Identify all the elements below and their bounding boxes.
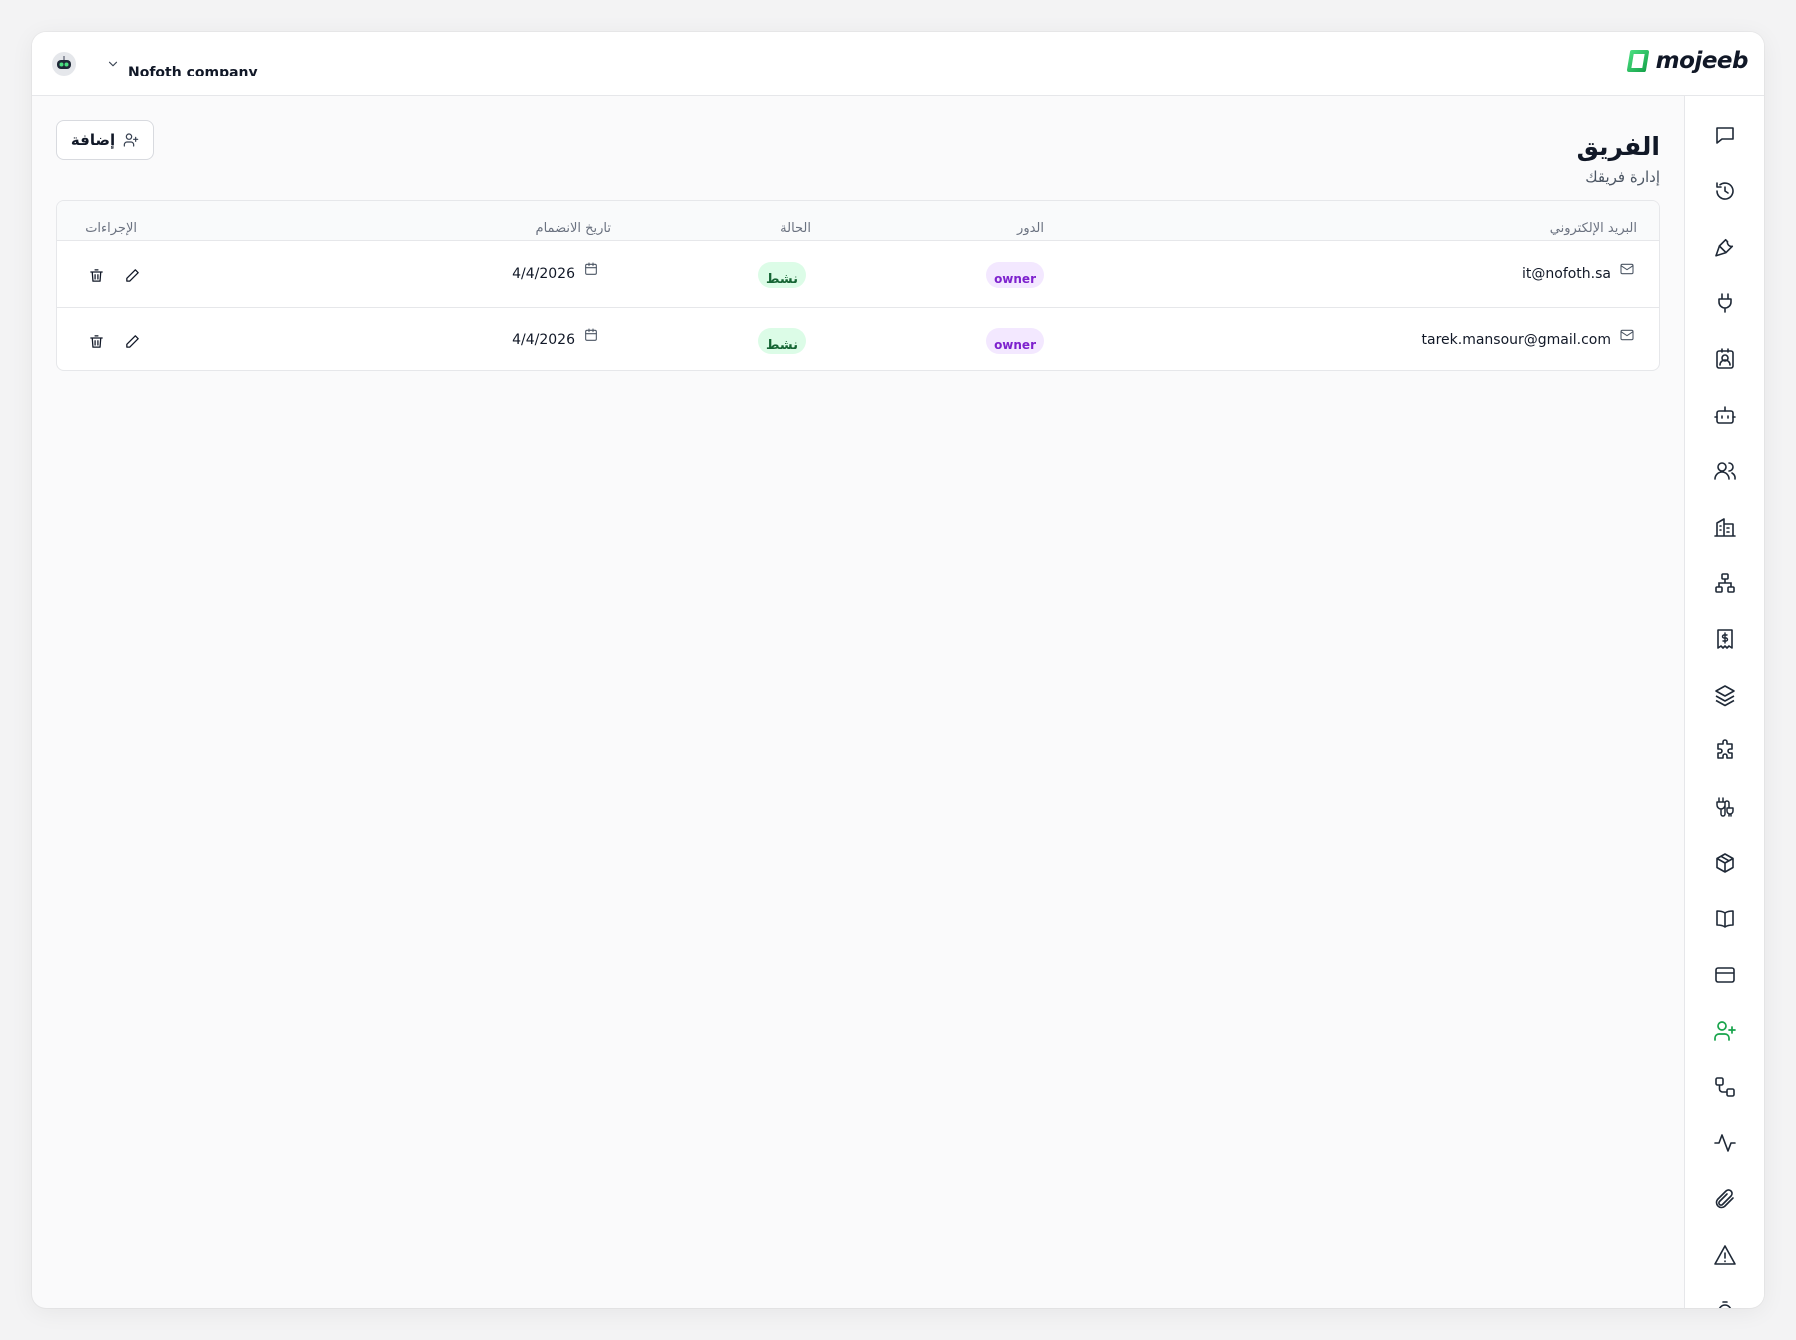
contact-icon xyxy=(1716,348,1734,369)
edit-button[interactable] xyxy=(123,332,141,350)
pencil-icon xyxy=(125,268,139,282)
top-bar: Nofoth company mojeeb xyxy=(32,32,1764,96)
sidebar-item-integrations[interactable] xyxy=(1711,289,1739,317)
sidebar xyxy=(1684,96,1764,1308)
user-plus-icon xyxy=(123,133,139,147)
sidebar-item-organization[interactable] xyxy=(1711,513,1739,541)
sidebar-item-contacts[interactable] xyxy=(1711,345,1739,373)
alert-triangle-icon xyxy=(1714,1245,1736,1265)
sidebar-item-connections[interactable] xyxy=(1711,793,1739,821)
delete-button[interactable] xyxy=(87,332,105,350)
sidebar-item-customers[interactable] xyxy=(1711,457,1739,485)
brand-name: mojeeb xyxy=(1655,48,1749,74)
chat-icon xyxy=(1716,127,1734,144)
column-role[interactable]: الدور xyxy=(1017,221,1044,236)
sidebar-item-more[interactable] xyxy=(1711,1297,1739,1308)
sidebar-item-payments[interactable] xyxy=(1711,961,1739,989)
joined-date-cell: 4/4/2026 xyxy=(512,328,599,348)
joined-date-cell: 4/4/2026 xyxy=(512,262,599,282)
bot-icon xyxy=(1714,406,1736,424)
book-icon xyxy=(1716,910,1734,928)
joined-date: 4/4/2026 xyxy=(512,266,575,282)
table-header: البريد الإلكتروني الدور الحالة تاريخ الا… xyxy=(57,201,1659,241)
app-window: Nofoth company mojeeb الفريق إدارة فريقك xyxy=(32,32,1764,1308)
row-actions xyxy=(87,266,141,284)
role-badge: owner xyxy=(986,328,1044,354)
calendar-icon xyxy=(585,262,597,275)
mail-icon xyxy=(1620,329,1634,341)
calendar-icon xyxy=(585,328,597,341)
sidebar-item-billing[interactable] xyxy=(1711,625,1739,653)
puzzle-icon xyxy=(1717,739,1733,759)
joined-date: 4/4/2026 xyxy=(512,332,575,348)
package-icon xyxy=(1716,853,1734,873)
history-icon xyxy=(1716,182,1734,200)
paperclip-icon xyxy=(1715,1189,1734,1209)
column-actions: الإجراءات xyxy=(85,221,137,236)
sidebar-item-knowledge[interactable] xyxy=(1711,905,1739,933)
credit-card-icon xyxy=(1715,967,1735,983)
table-row: it@nofoth.sa owner نشط 4/4/2026 xyxy=(57,242,1659,307)
sidebar-item-plugins[interactable] xyxy=(1711,737,1739,765)
add-member-label: إضافة xyxy=(70,131,116,149)
main-content: الفريق إدارة فريقك إضافة البريد الإلكترو… xyxy=(32,96,1684,1308)
org-switcher-chevron[interactable] xyxy=(106,56,120,70)
building-icon xyxy=(1714,518,1736,537)
more-icon xyxy=(1718,1301,1732,1308)
email-cell: tarek.mansour@gmail.com xyxy=(1421,329,1636,348)
delete-button[interactable] xyxy=(87,266,105,284)
column-status[interactable]: الحالة xyxy=(780,221,811,236)
sidebar-item-workflows[interactable] xyxy=(1711,1073,1739,1101)
mojeeb-logo-icon xyxy=(1626,50,1649,72)
cable-icon xyxy=(1716,797,1734,817)
receipt-icon xyxy=(1717,629,1733,649)
plug-icon xyxy=(1718,293,1732,313)
bot-avatar-icon xyxy=(52,52,76,76)
wrench-icon xyxy=(1715,238,1734,257)
edit-button[interactable] xyxy=(123,266,141,284)
trash-icon xyxy=(89,334,103,348)
activity-icon xyxy=(1714,1134,1736,1152)
column-joined-date[interactable]: تاريخ الانضمام xyxy=(536,221,611,236)
sidebar-item-conversations[interactable] xyxy=(1711,121,1739,149)
add-member-button[interactable]: إضافة xyxy=(56,120,154,160)
chevron-down-icon xyxy=(108,61,118,67)
bot-avatar[interactable] xyxy=(52,52,76,76)
sidebar-item-attachments[interactable] xyxy=(1711,1185,1739,1213)
sitemap-icon xyxy=(1715,573,1735,593)
workflow-icon xyxy=(1715,1077,1735,1097)
role-badge: owner xyxy=(986,262,1044,288)
page-subtitle: إدارة فريقك xyxy=(1585,168,1660,186)
status-badge: نشط xyxy=(757,328,806,354)
layers-icon xyxy=(1715,685,1735,707)
sidebar-item-structure[interactable] xyxy=(1711,569,1739,597)
sidebar-item-alerts[interactable] xyxy=(1711,1241,1739,1269)
sidebar-item-products[interactable] xyxy=(1711,849,1739,877)
column-email[interactable]: البريد الإلكتروني xyxy=(1550,221,1637,236)
users-icon xyxy=(1714,462,1736,480)
mail-icon xyxy=(1620,263,1634,275)
pencil-icon xyxy=(125,334,139,348)
org-name[interactable]: Nofoth company xyxy=(128,62,258,76)
trash-icon xyxy=(89,268,103,282)
member-email: tarek.mansour@gmail.com xyxy=(1421,332,1612,348)
brand-logo[interactable]: mojeeb xyxy=(1626,48,1749,74)
user-plus-icon xyxy=(1714,1021,1736,1041)
sidebar-item-bots[interactable] xyxy=(1711,401,1739,429)
email-cell: it@nofoth.sa xyxy=(1522,263,1635,282)
sidebar-item-activity[interactable] xyxy=(1711,1129,1739,1157)
team-table: البريد الإلكتروني الدور الحالة تاريخ الا… xyxy=(56,200,1660,371)
member-email: it@nofoth.sa xyxy=(1522,266,1611,282)
sidebar-item-team[interactable] xyxy=(1711,1017,1739,1045)
status-badge: نشط xyxy=(757,262,806,288)
sidebar-item-tools[interactable] xyxy=(1711,233,1739,261)
row-actions xyxy=(87,332,141,350)
sidebar-item-history[interactable] xyxy=(1711,177,1739,205)
table-row: tarek.mansour@gmail.com owner نشط 4/4/20… xyxy=(57,307,1659,370)
page-title: الفريق xyxy=(1576,132,1660,161)
sidebar-item-layers[interactable] xyxy=(1711,681,1739,709)
